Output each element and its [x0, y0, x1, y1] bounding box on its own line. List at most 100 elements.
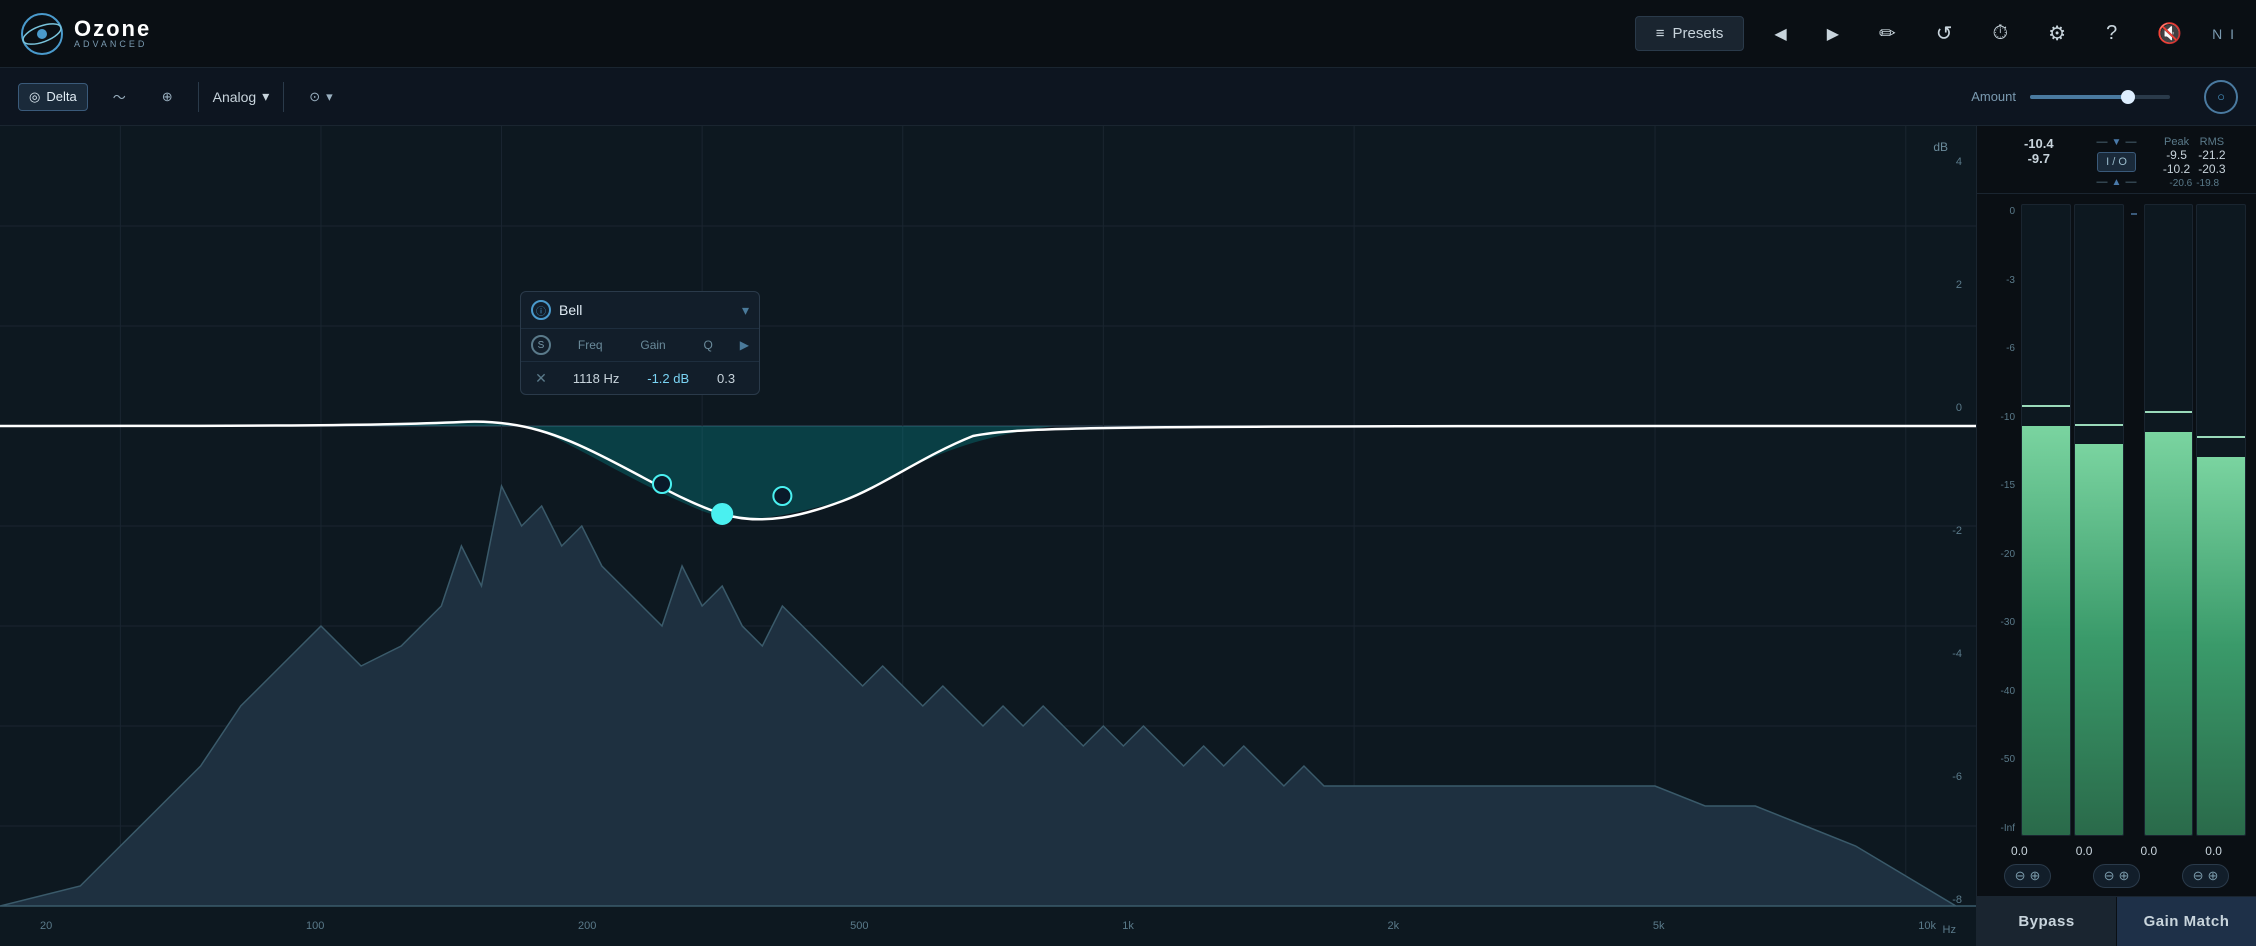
meter-scale: 0 -3 -6 -10 -15 -20 -30 -40 -50 -Inf [1987, 204, 2015, 836]
freq-20: 20 [40, 920, 52, 932]
meter-val-4: 0.0 [2205, 844, 2222, 858]
output-meter-button[interactable]: ○ [2204, 80, 2238, 114]
scale-neg50: -50 [1987, 754, 2015, 765]
freq-200: 200 [578, 920, 596, 932]
db-neg2-label: -2 [1952, 525, 1962, 537]
eq-popup-header: ⓘ Bell ▾ [521, 292, 759, 329]
dash-left-bottom: — [2097, 176, 2108, 188]
left-bar-1-fill [2022, 426, 2070, 836]
bypass-button[interactable]: Bypass [1977, 897, 2117, 946]
db-neg4-label: -4 [1952, 648, 1962, 660]
eq-popup: ⓘ Bell ▾ S Freq Gain Q ▶ ✕ 1118 Hz -1.2 … [520, 291, 760, 395]
freq-5k: 5k [1653, 920, 1665, 932]
ni-logo: N I [2212, 26, 2236, 42]
left-rms2-label: -19.8 [2196, 178, 2219, 189]
scale-neg20: -20 [1987, 549, 2015, 560]
triangle-down-icon: ▼ [2112, 137, 2122, 148]
gain-match-button[interactable]: Gain Match [2117, 897, 2256, 946]
right-bar-2-marker [2197, 436, 2245, 438]
db-2-label: 2 [1952, 279, 1962, 291]
freq-100: 100 [306, 920, 324, 932]
meter-top: -10.4 -9.7 — ▼ — I / O — ▲ — [1977, 126, 2256, 194]
toolbar-divider [198, 82, 199, 112]
db-neg6-label: -6 [1952, 771, 1962, 783]
delta-icon: ◎ [29, 89, 40, 105]
pencil-button[interactable]: ✏ [1869, 15, 1906, 52]
analog-dropdown-button[interactable]: Analog ▾ [213, 88, 270, 105]
delta-button[interactable]: ◎ Delta [18, 83, 88, 111]
minus-icon-2: ⊖ [2104, 868, 2115, 884]
amount-slider[interactable] [2030, 95, 2190, 99]
curve-icon: 〜 [113, 87, 126, 106]
left-bar-2-fill [2075, 444, 2123, 835]
scale-neg10: -10 [1987, 412, 2015, 423]
peak-label: Peak [2164, 136, 2189, 148]
scale-neg3: -3 [1987, 275, 2015, 286]
logo-text: Ozone ADVANCED [74, 18, 151, 49]
center-scale-marker [2130, 204, 2138, 836]
settings-button[interactable]: ⚙ [2038, 15, 2076, 52]
io-toggle-button[interactable]: ⊙ ▾ [298, 83, 343, 111]
meter-val-2: 0.0 [2076, 844, 2093, 858]
ozone-logo-icon [20, 12, 64, 56]
freq-1k: 1k [1122, 920, 1134, 932]
undo-button[interactable]: ↺ [1926, 15, 1963, 52]
io-button[interactable]: I / O [2097, 152, 2136, 172]
right-panel: -10.4 -9.7 — ▼ — I / O — ▲ — [1976, 126, 2256, 946]
help-button[interactable]: ? [2096, 16, 2127, 51]
band-type-dropdown[interactable]: ▾ [742, 302, 749, 319]
globe-button[interactable]: ⊕ [151, 83, 184, 111]
meter-val-row: 0.0 0.0 0.0 0.0 [1987, 844, 2246, 858]
plus-icon-2: ⊕ [2119, 868, 2130, 884]
io-icon: ⊙ [309, 89, 320, 105]
rms-val1: -21.2 [2198, 148, 2225, 162]
rms-val2: -20.3 [2198, 162, 2225, 176]
minus-icon-3: ⊖ [2193, 868, 2204, 884]
toolbar-divider2 [283, 82, 284, 112]
minus-icon-1: ⊖ [2015, 868, 2026, 884]
right-bar-1-marker [2145, 411, 2193, 413]
dash-right-bottom: — [2125, 176, 2136, 188]
dropdown-chevron-icon: ▾ [262, 88, 269, 105]
gain-header: Gain [640, 338, 665, 352]
left-peak-value: -10.4 [2024, 136, 2054, 151]
left-channel-meters [2021, 204, 2124, 836]
right-bar-1 [2144, 204, 2194, 836]
meter-val-1: 0.0 [2011, 844, 2028, 858]
eq-popup-row2: S Freq Gain Q ▶ [521, 329, 759, 362]
io-dropdown-icon: ▾ [326, 89, 333, 105]
logo-area: Ozone ADVANCED [20, 12, 151, 56]
right-bar-2-fill [2197, 457, 2245, 835]
history-button[interactable]: ⏱ [1983, 16, 2019, 51]
analog-label: Analog [213, 89, 257, 105]
freq-axis: 20 100 200 500 1k 2k 5k 10k Hz [0, 906, 1976, 946]
link-btn-3[interactable]: ⊖ ⊕ [2182, 864, 2230, 888]
close-band-button[interactable]: ✕ [531, 368, 551, 388]
left-bar-2-marker [2075, 424, 2123, 426]
speaker-button[interactable]: 🔇 [2147, 15, 2192, 52]
right-peak-value: -9.7 [2028, 151, 2050, 166]
expand-icon[interactable]: ▶ [740, 338, 749, 352]
meter-bottom: 0.0 0.0 0.0 0.0 ⊖ ⊕ ⊖ ⊕ ⊖ ⊕ [1977, 836, 2256, 896]
presets-button[interactable]: ≡ Presets [1635, 16, 1745, 51]
link-btn-1[interactable]: ⊖ ⊕ [2004, 864, 2052, 888]
freq-10k: 10k [1918, 920, 1936, 932]
next-preset-button[interactable]: ▶ [1817, 18, 1849, 50]
right-channel-meters [2144, 204, 2247, 836]
eq-curve-svg [0, 126, 1976, 946]
db-0-label: 0 [1952, 402, 1962, 414]
prev-preset-button[interactable]: ◀ [1764, 18, 1796, 50]
top-nav: Ozone ADVANCED ≡ Presets ◀ ▶ ✏ ↺ ⏱ ⚙ ? 🔇… [0, 0, 2256, 68]
app-title: Ozone [74, 18, 151, 40]
rms-label: RMS [2200, 136, 2224, 148]
eq-panel: dB 4 2 0 -2 -4 -6 -8 [0, 126, 1976, 946]
peak-rms-section: Peak -9.5 -10.2 RMS -21.2 -20.3 -20.6 -1… [2146, 136, 2242, 189]
curve-mode-button[interactable]: 〜 [102, 81, 137, 112]
amount-slider-track [2030, 95, 2170, 99]
main-area: dB 4 2 0 -2 -4 -6 -8 [0, 126, 2256, 946]
link-btn-2[interactable]: ⊖ ⊕ [2093, 864, 2141, 888]
peak-val2: -10.2 [2163, 162, 2190, 176]
eq-params-header: Freq Gain Q [559, 338, 732, 352]
q-header: Q [704, 338, 713, 352]
presets-icon: ≡ [1656, 25, 1665, 42]
